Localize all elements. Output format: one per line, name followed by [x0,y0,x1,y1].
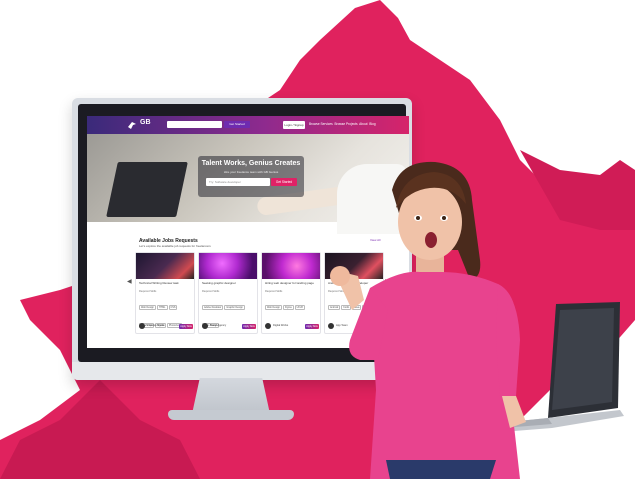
login-button[interactable]: Login / Signup [283,121,305,129]
logo-text: GB [140,119,151,126]
skill-tag: Web Design [139,305,156,310]
skill-tag: Web Design [265,305,282,310]
avatar [265,323,271,329]
job-title: Seeking graphic designer [202,281,236,285]
job-card[interactable]: Hiring web designer for landing page Req… [261,252,321,334]
monitor-stand [192,378,270,414]
job-title: Technical Writing Review task [139,281,179,285]
jobs-section-subtitle: Let's explore the available job requests… [139,244,211,248]
hero-illustration: GB Get Started Login / Signup Browse Ser… [0,0,635,479]
job-card-footer: Brand Agency Apply Now [202,323,256,330]
job-card-footer: Digital Works Apply Now [265,323,319,330]
header-nav: Browse Services Browse Projects About Bl… [309,122,376,126]
job-title: Hiring web designer for landing page [265,281,314,285]
site-header: GB Get Started Login / Signup Browse Ser… [87,116,409,134]
skills-label: Required Skills [139,290,157,293]
job-card-footer: Creative Studio Apply Now [139,323,193,330]
client-name: Creative Studio [147,324,165,327]
skill-tags: Web Design Figma UI/UX [265,295,319,313]
nav-item-services[interactable]: Browse Services [309,122,333,126]
client-name: Brand Agency [210,324,227,327]
skill-tag: UI/UX [294,305,306,310]
job-card[interactable]: Seeking graphic designer Required Skills… [198,252,258,334]
skill-tag: Adobe Illustrator [202,305,224,310]
apply-button[interactable]: Apply Now [179,324,193,329]
hero-get-started-button[interactable]: Get Started [271,178,297,186]
apply-button[interactable]: Apply Now [242,324,256,329]
bird-logo-icon [128,122,136,129]
carousel-prev-icon[interactable]: ◀ [127,278,132,285]
hero-subtitle: Hire your freelance team with GB Genius [223,170,279,174]
hero-title: Talent Works, Genius Creates [201,160,301,167]
skill-tag: Graphic Design [224,305,245,310]
job-thumbnail [262,253,320,279]
avatar [202,323,208,329]
skill-tag: HTML [156,305,168,310]
header-search-input[interactable] [167,121,222,128]
excited-woman-illustration [330,161,526,479]
client-name: Digital Works [273,324,289,327]
monitor-base [168,410,294,420]
skills-label: Required Skills [202,290,220,293]
job-thumbnail [136,253,194,279]
skill-tag: CSS [168,305,178,310]
skills-label: Required Skills [265,290,283,293]
apply-button[interactable]: Apply Now [305,324,319,329]
nav-item-blog[interactable]: Blog [369,122,375,126]
job-thumbnail [199,253,257,279]
job-card[interactable]: Technical Writing Review task Required S… [135,252,195,334]
hero-laptop-photo [106,162,188,217]
nav-item-about[interactable]: About [359,122,367,126]
hero-search-input[interactable]: Try: Software developer [206,178,270,186]
avatar [139,323,145,329]
skill-tag: Figma [282,305,294,310]
nav-item-projects[interactable]: Browse Projects [335,122,358,126]
header-get-started-button[interactable]: Get Started [224,121,250,128]
